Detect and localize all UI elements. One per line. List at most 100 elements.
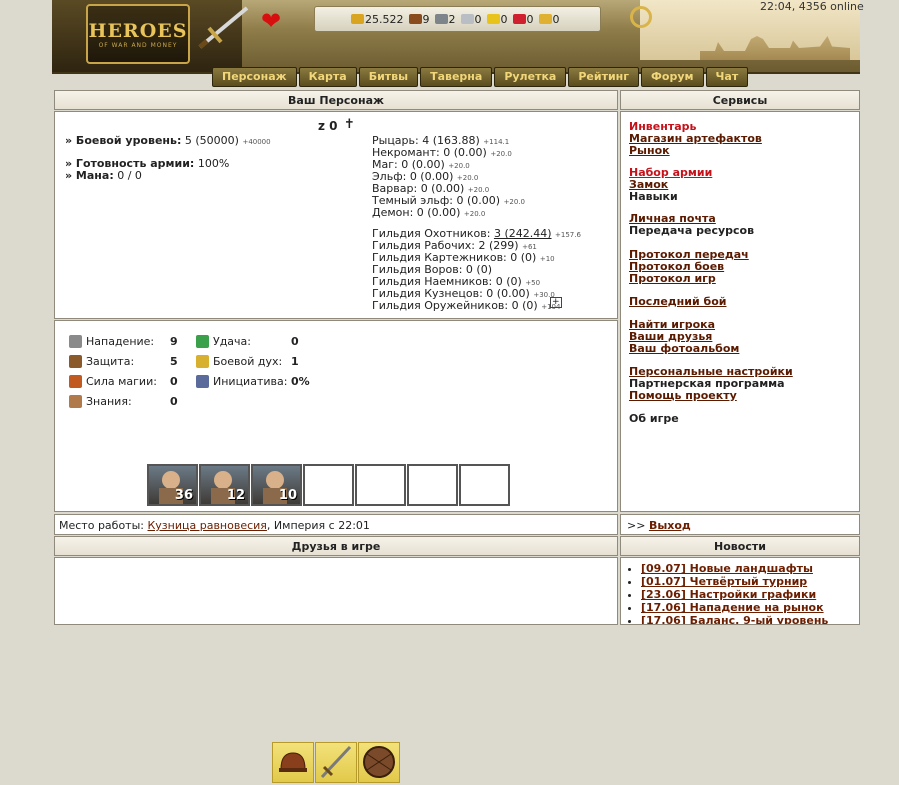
attribute-label: Удача: [213, 335, 251, 348]
attribute-value: 0 [170, 395, 178, 408]
sulfur-icon [486, 14, 500, 24]
nav-button-1[interactable]: Карта [298, 67, 357, 87]
main-navigation: Персонаж Карта Битвы Таверна Рулетка Рейтинг Ф… [212, 67, 749, 87]
character-info-panel: z 0 ✝ » Боевой уровень: 5 (50000) +40000… [54, 111, 618, 319]
guild-info-plus-button[interactable]: + [550, 297, 562, 308]
resource-value: 25.522 [365, 12, 404, 26]
faction-value: 0 (0.00) [416, 206, 461, 219]
nav-button-4[interactable]: Рулетка [494, 67, 567, 87]
health-heart-icon[interactable]: ❤ [258, 8, 284, 34]
mana: » Мана: 0 / 0 [65, 169, 142, 182]
faction-bonus: +20.0 [467, 186, 490, 194]
service-link-14[interactable]: Ваш фотоальбом [629, 342, 739, 355]
attribute-row: Нападение: 9 [69, 335, 178, 348]
nav-button-0[interactable]: Персонаж [212, 67, 297, 87]
attribute-row: Удача: 0 [196, 335, 299, 348]
news-link[interactable]: [17.06] Баланс. 9-ый уровень [641, 614, 828, 624]
army-slot[interactable]: 12 [199, 464, 250, 506]
creature-count: 10 [278, 488, 297, 503]
attribute-value: 0 [291, 335, 299, 348]
nav-button-6[interactable]: Форум [641, 67, 704, 87]
friends-panel-title: Друзья в игре [54, 536, 618, 556]
guild-bonus: +10 [539, 255, 555, 263]
news-link[interactable]: [17.06] Нападение на рынок [641, 601, 824, 614]
attribute-label: Знания: [86, 395, 132, 408]
crystal-icon [512, 14, 526, 24]
army-slot[interactable] [407, 464, 458, 506]
resource-wood: 9 [408, 13, 430, 26]
wood-icon [408, 14, 422, 24]
shield-artifact-slot[interactable] [358, 742, 400, 783]
news-link[interactable]: [23.06] Настройки графики [641, 588, 816, 601]
gold-icon [351, 14, 364, 24]
resource-value: 0 [526, 12, 534, 26]
resource-gold: 25.522 [351, 13, 404, 26]
attribute-value: 0 [170, 375, 178, 388]
workplace-link[interactable]: Кузница равновесия [147, 519, 266, 532]
army-slot[interactable] [355, 464, 406, 506]
mercury-icon [460, 14, 474, 24]
resource-value: 0 [474, 12, 482, 26]
nav-button-2[interactable]: Битвы [358, 67, 419, 87]
attribute-row: Сила магии: 0 [69, 375, 178, 388]
guild-value: 0 (0) [510, 251, 537, 264]
sword-weapon-icon [320, 745, 352, 779]
helmet-artifact-slot[interactable] [272, 742, 314, 783]
attribute-row: Инициатива: 0% [196, 375, 310, 388]
news-item: [17.06] Баланс. 9-ый уровень [641, 614, 859, 624]
services-panel: Инвентарь Магазин артефактов Рынок Набор ар… [620, 111, 860, 512]
nav-button-5[interactable]: Рейтинг [568, 67, 640, 87]
army-slot[interactable]: 10 [251, 464, 302, 506]
attribute-label: Защита: [86, 355, 135, 368]
news-link[interactable]: [01.07] Четвёртый турнир [641, 575, 807, 588]
resource-mercury: 0 [460, 12, 482, 26]
resource-value: 0 [500, 12, 508, 26]
service-link-17[interactable]: Помощь проекту [629, 389, 737, 402]
game-logo[interactable]: HEROES OF WAR AND MONEY [86, 4, 190, 64]
service-link-18[interactable]: Об игре [629, 412, 679, 425]
army-slot[interactable] [303, 464, 354, 506]
services-panel-title: Сервисы [620, 90, 860, 110]
attribute-value: 5 [170, 355, 178, 368]
helmet-icon [279, 752, 307, 772]
army-slot[interactable]: 36 [147, 464, 198, 506]
spellpower-icon [69, 375, 82, 388]
service-link-10[interactable]: Протокол игр [629, 272, 716, 285]
initiative-icon [196, 375, 209, 388]
ring-icon[interactable] [630, 6, 652, 28]
character-info-icon[interactable]: ✝ [344, 117, 355, 132]
service-link-2[interactable]: Рынок [629, 144, 670, 157]
defense-icon [69, 355, 82, 368]
guild-bonus: +157.6 [555, 231, 581, 239]
faction-name: Демон: [372, 206, 414, 219]
service-link-7[interactable]: Передача ресурсов [629, 224, 754, 237]
nav-button-7[interactable]: Чат [705, 67, 749, 87]
combat-level: » Боевой уровень: 5 (50000) +40000 [65, 134, 271, 147]
attribute-row: Боевой дух: 1 [196, 355, 299, 368]
exit-text: >> Выход [627, 519, 691, 532]
news-link[interactable]: [09.07] Новые ландшафты [641, 562, 813, 575]
attribute-row: Защита: 5 [69, 355, 178, 368]
logo-subtitle: OF WAR AND MONEY [98, 41, 178, 49]
news-panel-title: Новости [620, 536, 860, 556]
attribute-label: Инициатива: [213, 375, 288, 388]
news-panel: [09.07] Новые ландшафты[01.07] Четвёртый… [620, 557, 860, 625]
army-slot[interactable] [459, 464, 510, 506]
ore-icon [434, 14, 448, 24]
service-link-5[interactable]: Навыки [629, 190, 678, 203]
exit-link[interactable]: Выход [649, 519, 691, 532]
header: HEROES OF WAR AND MONEY ❤ 25.522 9 2 0 0 0 0 2… [0, 0, 899, 90]
character-name[interactable]: z 0 [318, 119, 338, 133]
news-item: [01.07] Четвёртый турнир [641, 575, 859, 588]
resource-ore: 2 [434, 13, 456, 26]
guild-name: Гильдия Оружейников: [372, 299, 509, 312]
faction-bonus: +20.0 [448, 162, 470, 170]
guild-row: Гильдия Оружейников: 0 (0) +104 [372, 299, 560, 312]
attribute-row: Знания: 0 [69, 395, 178, 408]
service-link-11[interactable]: Последний бой [629, 295, 726, 308]
nav-button-3[interactable]: Таверна [420, 67, 493, 87]
attribute-label: Боевой дух: [213, 355, 283, 368]
logo-title: HEROES [88, 19, 188, 42]
weapon-artifact-slot[interactable] [315, 742, 357, 783]
creature-count: 36 [174, 488, 193, 503]
